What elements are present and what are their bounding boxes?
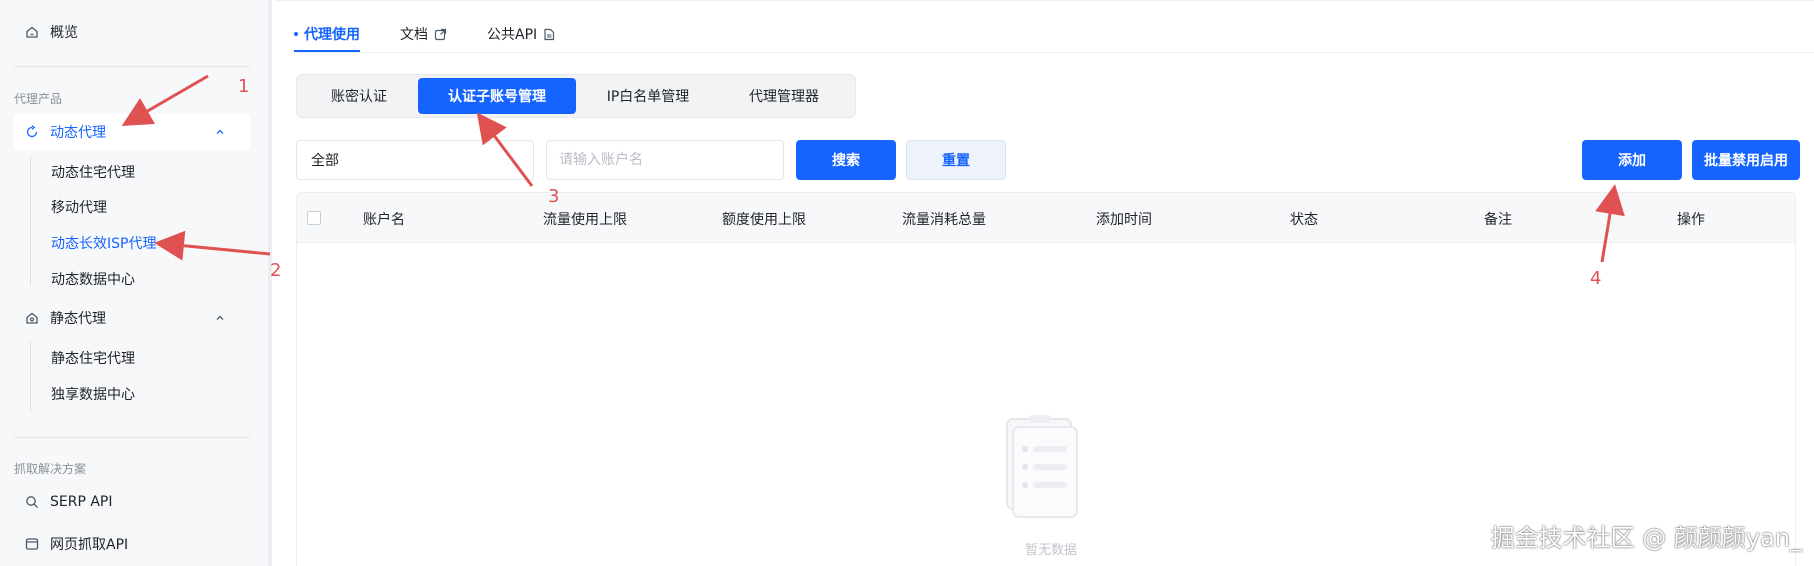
top-tabs: 代理使用 文档 公共API bbox=[294, 24, 555, 52]
watermark-text: 掘金技术社区 @ 颜颜颜yan_ bbox=[1490, 524, 1802, 552]
chevron-up-icon[interactable] bbox=[214, 312, 226, 324]
tab-label: 文档 bbox=[400, 27, 428, 43]
sidebar-item-overview[interactable]: 概览 bbox=[14, 14, 250, 50]
column-header-quota-limit: 额度使用上限 bbox=[722, 212, 806, 228]
table-header: 账户名 流量使用上限 额度使用上限 流量消耗总量 添加时间 状态 备注 操作 bbox=[297, 193, 1795, 243]
annotation-number-4: 4 bbox=[1590, 268, 1602, 289]
tab-label: 公共API bbox=[487, 27, 538, 43]
active-dot-icon bbox=[294, 32, 298, 36]
sidebar-item-label: 动态代理 bbox=[50, 125, 106, 141]
select-value: 全部 bbox=[311, 153, 339, 169]
reset-button[interactable]: 重置 bbox=[906, 140, 1006, 180]
static-proxy-icon bbox=[24, 310, 40, 326]
sidebar: 概览 代理产品 动态代理 动态住宅代理 移动代理 动态长效ISP代理 动态数据中… bbox=[0, 0, 272, 566]
sidebar-subitem-dynamic-isp[interactable]: 动态长效ISP代理 bbox=[51, 233, 156, 253]
sidebar-subitem-dedicated-datacenter[interactable]: 独享数据中心 bbox=[51, 384, 135, 404]
status-select[interactable]: 全部 bbox=[296, 140, 534, 180]
chevron-up-icon[interactable] bbox=[214, 126, 226, 138]
sidebar-subitem-mobile[interactable]: 移动代理 bbox=[51, 197, 107, 217]
batch-toggle-button[interactable]: 批量禁用启用 bbox=[1692, 140, 1800, 180]
empty-state-text: 暂无数据 bbox=[1025, 543, 1078, 558]
subaccount-table: 账户名 流量使用上限 额度使用上限 流量消耗总量 添加时间 状态 备注 操作 暂… bbox=[296, 192, 1796, 566]
static-proxy-submenu: 静态住宅代理 独享数据中心 bbox=[30, 342, 135, 412]
search-button[interactable]: 搜索 bbox=[796, 140, 896, 180]
column-header-remark: 备注 bbox=[1484, 212, 1512, 228]
column-header-actions: 操作 bbox=[1677, 212, 1705, 228]
document-icon bbox=[544, 28, 555, 40]
sidebar-subitem-dynamic-residential[interactable]: 动态住宅代理 bbox=[51, 162, 135, 182]
column-header-traffic-total: 流量消耗总量 bbox=[902, 212, 986, 228]
sidebar-item-label: 网页抓取API bbox=[50, 537, 129, 553]
dynamic-proxy-submenu: 动态住宅代理 移动代理 动态长效ISP代理 动态数据中心 bbox=[30, 156, 156, 288]
column-header-account: 账户名 bbox=[363, 212, 405, 228]
sidebar-item-label: SERP API bbox=[50, 494, 113, 510]
webpage-icon bbox=[24, 536, 40, 552]
tab-label: 代理使用 bbox=[304, 27, 360, 43]
segment-proxy-manager[interactable]: 代理管理器 bbox=[720, 78, 848, 114]
add-button[interactable]: 添加 bbox=[1582, 140, 1682, 180]
main-content: 代理使用 文档 公共API 账密认证 认证子账号管理 IP白名单管理 代理管理器… bbox=[276, 0, 1814, 566]
tabs-divider bbox=[294, 52, 1814, 53]
top-border bbox=[276, 0, 1814, 1]
account-name-input[interactable] bbox=[546, 140, 784, 180]
segment-password-auth[interactable]: 账密认证 bbox=[300, 78, 418, 114]
annotation-number-1: 1 bbox=[238, 76, 250, 97]
external-link-icon bbox=[434, 28, 447, 40]
column-header-added-time: 添加时间 bbox=[1096, 212, 1152, 228]
sidebar-item-label: 概览 bbox=[50, 25, 78, 41]
annotation-number-2: 2 bbox=[270, 260, 282, 281]
sidebar-subitem-dynamic-datacenter[interactable]: 动态数据中心 bbox=[51, 269, 135, 289]
sidebar-subitem-static-residential[interactable]: 静态住宅代理 bbox=[51, 348, 135, 368]
sidebar-item-static-proxy[interactable]: 静态代理 bbox=[14, 300, 250, 336]
section-label-scrape: 抓取解决方案 bbox=[14, 462, 87, 476]
tab-docs[interactable]: 文档 bbox=[400, 24, 447, 50]
column-header-status: 状态 bbox=[1290, 212, 1318, 228]
sidebar-item-dynamic-proxy[interactable]: 动态代理 bbox=[14, 114, 250, 150]
select-all-checkbox[interactable] bbox=[307, 211, 321, 225]
empty-state-icon bbox=[1006, 415, 1078, 518]
dynamic-proxy-icon bbox=[24, 124, 40, 140]
sidebar-item-label: 静态代理 bbox=[50, 311, 106, 327]
tab-public-api[interactable]: 公共API bbox=[487, 24, 555, 50]
sidebar-divider bbox=[14, 437, 250, 438]
section-label-products: 代理产品 bbox=[14, 92, 63, 106]
segment-ip-whitelist[interactable]: IP白名单管理 bbox=[576, 78, 720, 114]
segment-subaccount-management[interactable]: 认证子账号管理 bbox=[418, 78, 576, 114]
annotation-number-3: 3 bbox=[548, 186, 560, 207]
sidebar-divider bbox=[14, 66, 250, 67]
tab-proxy-usage[interactable]: 代理使用 bbox=[294, 24, 360, 52]
home-icon bbox=[24, 24, 40, 40]
column-header-traffic-limit: 流量使用上限 bbox=[543, 212, 627, 228]
search-icon bbox=[24, 494, 40, 510]
sub-tab-segmented-control: 账密认证 认证子账号管理 IP白名单管理 代理管理器 bbox=[296, 74, 856, 118]
sidebar-item-serp-api[interactable]: SERP API bbox=[14, 484, 250, 520]
sidebar-item-web-scrape-api[interactable]: 网页抓取API bbox=[14, 526, 250, 562]
